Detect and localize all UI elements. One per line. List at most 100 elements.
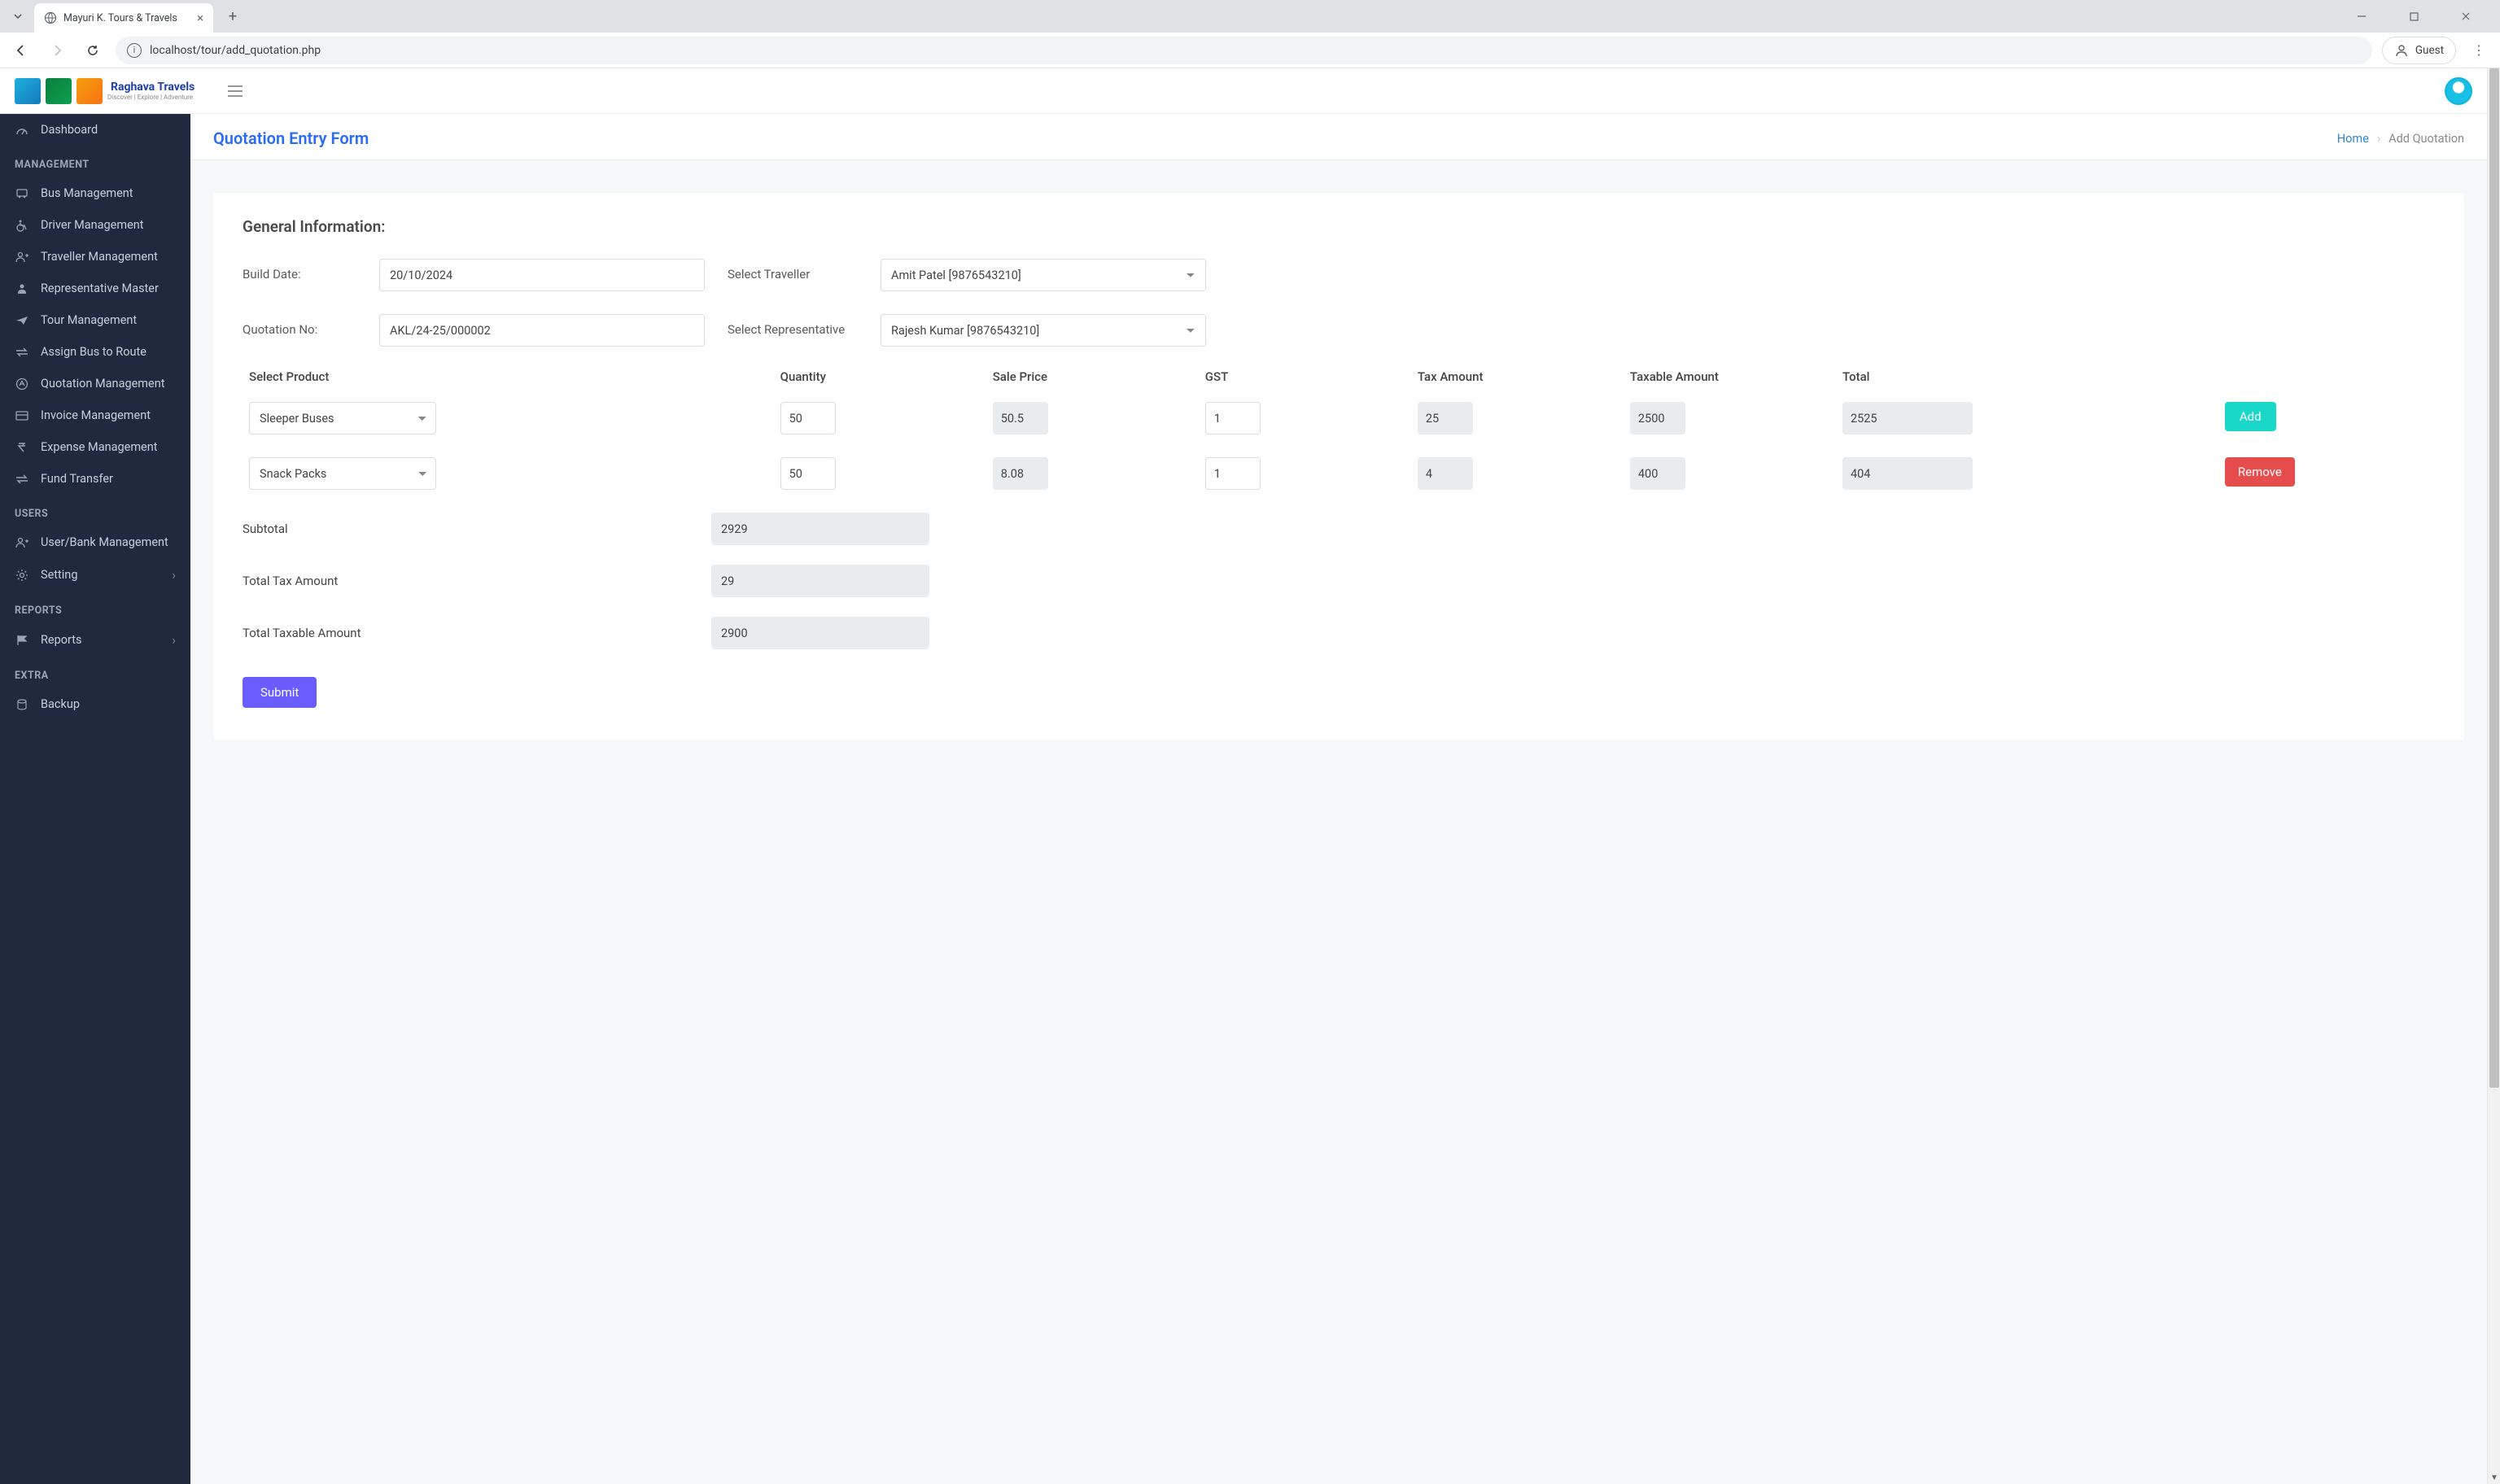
total-tax-label: Total Tax Amount	[243, 574, 711, 588]
sidebar-item-backup[interactable]: Backup	[0, 688, 190, 720]
sidebar-label: Invoice Management	[41, 408, 151, 422]
sidebar-item-traveller[interactable]: Traveller Management	[0, 241, 190, 273]
subtotal-label: Subtotal	[243, 522, 711, 536]
globe-icon	[44, 11, 57, 24]
add-row-button[interactable]: Add	[2225, 402, 2276, 431]
address-bar[interactable]: i localhost/tour/add_quotation.php	[116, 37, 2372, 64]
sidebar-label: Driver Management	[41, 218, 144, 232]
table-row: Snack Packs Remove	[243, 451, 2435, 506]
sidebar-item-dashboard[interactable]: Dashboard	[0, 114, 190, 146]
total-tax-value	[711, 565, 929, 597]
qty-input[interactable]	[780, 457, 836, 490]
tab-list-dropdown[interactable]	[7, 5, 29, 28]
sidebar-label: Representative Master	[41, 282, 159, 295]
logo-tile-1	[15, 78, 41, 104]
scroll-down-icon[interactable]: ▼	[2488, 1471, 2500, 1484]
section-title: General Information:	[243, 217, 2435, 236]
user-icon	[15, 283, 29, 295]
sidebar-item-reports[interactable]: Reports	[0, 623, 190, 657]
th-taxable: Taxable Amount	[1624, 361, 1836, 395]
label-build-date: Build Date:	[243, 259, 356, 282]
sidebar-item-tour[interactable]: Tour Management	[0, 304, 190, 336]
window-minimize-button[interactable]	[2344, 3, 2380, 29]
sidebar-label: Backup	[41, 697, 80, 711]
breadcrumb-current: Add Quotation	[2389, 132, 2464, 146]
total-readonly	[1842, 457, 1973, 490]
breadcrumb-home[interactable]: Home	[2337, 132, 2369, 146]
sidebar-label: Setting	[41, 568, 77, 582]
product-select[interactable]: Snack Packs	[249, 457, 436, 490]
nav-back-button[interactable]	[8, 37, 34, 63]
swap-icon	[15, 347, 29, 357]
sidebar-item-expense[interactable]: Expense Management	[0, 431, 190, 463]
sidebar-label: Fund Transfer	[41, 472, 113, 486]
sidebar-item-fund[interactable]: Fund Transfer	[0, 463, 190, 495]
th-total: Total	[1836, 361, 2218, 395]
quote-icon	[15, 378, 29, 391]
brand-logo[interactable]: Raghava Travels Discover | Explore | Adv…	[15, 78, 194, 104]
traveller-select[interactable]: Amit Patel [9876543210]	[881, 259, 1206, 291]
wheelchair-icon	[15, 219, 29, 232]
tax-readonly	[1418, 457, 1473, 490]
quotation-no-input[interactable]	[379, 314, 705, 347]
site-info-icon[interactable]: i	[127, 43, 142, 58]
total-taxable-label: Total Taxable Amount	[243, 626, 711, 640]
th-gst: GST	[1199, 361, 1411, 395]
url-text: localhost/tour/add_quotation.php	[150, 44, 321, 57]
user-plus-icon	[15, 537, 29, 548]
product-select[interactable]: Sleeper Buses	[249, 402, 436, 434]
logo-tile-2	[46, 78, 72, 104]
user-avatar[interactable]	[2445, 77, 2472, 105]
submit-button[interactable]: Submit	[243, 677, 317, 708]
sidebar-item-invoice[interactable]: Invoice Management	[0, 399, 190, 431]
product-table: Select Product Quantity Sale Price GST T…	[243, 361, 2435, 506]
label-quotation-no: Quotation No:	[243, 314, 356, 337]
plane-icon	[15, 315, 29, 326]
remove-row-button[interactable]: Remove	[2225, 457, 2295, 487]
representative-select[interactable]: Rajesh Kumar [9876543210]	[881, 314, 1206, 347]
sale-readonly	[993, 457, 1048, 490]
sidebar-toggle-button[interactable]	[227, 85, 243, 98]
sidebar: Dashboard MANAGEMENT Bus Management Driv…	[0, 114, 190, 1484]
gst-input[interactable]	[1205, 457, 1261, 490]
sidebar-item-bus[interactable]: Bus Management	[0, 177, 190, 209]
qty-input[interactable]	[780, 402, 836, 434]
card-icon	[15, 411, 29, 421]
sidebar-section-reports: REPORTS	[0, 591, 190, 623]
build-date-input[interactable]	[379, 259, 705, 291]
sidebar-item-assign-bus[interactable]: Assign Bus to Route	[0, 336, 190, 368]
taxable-readonly	[1630, 402, 1685, 434]
sale-readonly	[993, 402, 1048, 434]
vertical-scrollbar[interactable]: ▲ ▼	[2487, 68, 2500, 1484]
sidebar-item-rep-master[interactable]: Representative Master	[0, 273, 190, 304]
brand-tagline: Discover | Explore | Adventure	[107, 94, 194, 101]
sidebar-item-driver[interactable]: Driver Management	[0, 209, 190, 241]
profile-guest-button[interactable]: Guest	[2382, 37, 2456, 64]
page-title: Quotation Entry Form	[213, 129, 369, 148]
browser-tab[interactable]: Mayuri K. Tours & Travels ×	[34, 3, 213, 33]
sidebar-item-userbank[interactable]: User/Bank Management	[0, 526, 190, 558]
window-close-button[interactable]	[2448, 3, 2484, 29]
rupee-icon	[15, 442, 29, 453]
database-icon	[15, 699, 29, 710]
scroll-thumb[interactable]	[2489, 68, 2499, 1088]
new-tab-button[interactable]: +	[221, 5, 244, 28]
gst-input[interactable]	[1205, 402, 1261, 434]
sidebar-item-quotation[interactable]: Quotation Management	[0, 368, 190, 399]
chevron-right-icon: ›	[2377, 132, 2380, 146]
flag-icon	[15, 635, 29, 646]
sidebar-item-setting[interactable]: Setting	[0, 558, 190, 591]
total-readonly	[1842, 402, 1973, 434]
browser-chrome: Mayuri K. Tours & Travels × + i localhos…	[0, 0, 2500, 68]
sidebar-section-management: MANAGEMENT	[0, 146, 190, 177]
th-qty: Quantity	[774, 361, 986, 395]
window-maximize-button[interactable]	[2396, 3, 2432, 29]
browser-menu-button[interactable]: ⋮	[2466, 37, 2492, 63]
sidebar-label: Traveller Management	[41, 250, 158, 264]
nav-forward-button[interactable]	[44, 37, 70, 63]
label-representative: Select Representative	[728, 314, 858, 337]
taxable-readonly	[1630, 457, 1685, 490]
tab-close-icon[interactable]: ×	[197, 11, 203, 25]
nav-reload-button[interactable]	[80, 37, 106, 63]
tab-title: Mayuri K. Tours & Travels	[63, 12, 190, 24]
